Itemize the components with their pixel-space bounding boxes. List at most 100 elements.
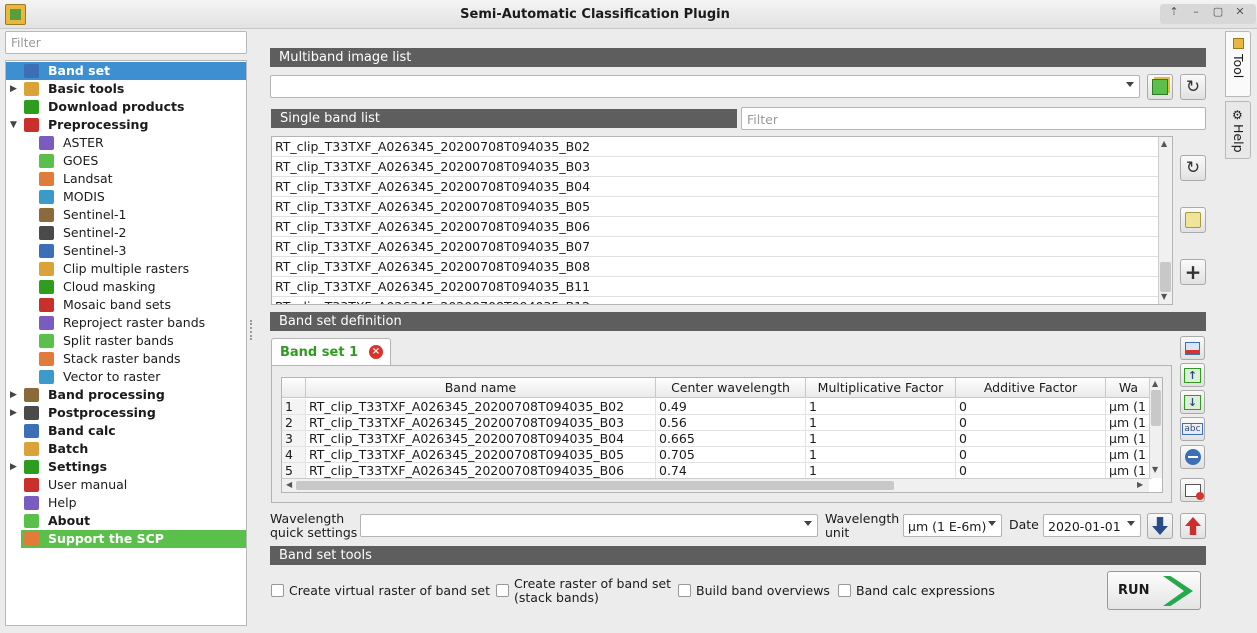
table-cell[interactable]: 0.665 xyxy=(656,431,806,447)
maximize-button[interactable]: ▢ xyxy=(1208,5,1228,23)
table-row[interactable]: 3 RT_clip_T33TXF_A026345_20200708T094035_… xyxy=(282,431,1152,447)
sidebar-item-sentinel-2[interactable]: Sentinel-2 xyxy=(6,224,246,242)
table-cell[interactable]: 1 xyxy=(806,399,956,415)
list-item[interactable]: RT_clip_T33TXF_A026345_20200708T094035_B… xyxy=(272,277,1158,297)
table-cell[interactable]: 0 xyxy=(956,447,1106,463)
sidebar-item-cloud-masking[interactable]: Cloud masking xyxy=(6,278,246,296)
sidebar-item-user-manual[interactable]: User manual xyxy=(6,476,246,494)
table-cell[interactable]: 4 xyxy=(282,447,306,463)
table-cell[interactable]: µm (1 xyxy=(1106,415,1152,431)
table-cell[interactable]: 0 xyxy=(956,399,1106,415)
side-tab-help[interactable]: ⚙ Help xyxy=(1225,101,1251,159)
splitter-handle[interactable] xyxy=(250,320,252,340)
table-cell[interactable]: 0.56 xyxy=(656,415,806,431)
single-band-scrollbar[interactable]: ▲ ▼ xyxy=(1158,137,1172,304)
sidebar-item-batch[interactable]: Batch xyxy=(6,440,246,458)
sidebar-item-sentinel-1[interactable]: Sentinel-1 xyxy=(6,206,246,224)
date-input[interactable]: 2020-01-01 xyxy=(1043,514,1141,537)
create-stack-raster-checkbox[interactable] xyxy=(496,584,509,597)
multiband-image-combo[interactable] xyxy=(270,75,1140,98)
sidebar-item-vector-to-raster[interactable]: Vector to raster xyxy=(6,368,246,386)
tab-band-set-1[interactable]: Band set 1 × xyxy=(271,338,391,366)
col-header-additive-factor[interactable]: Additive Factor xyxy=(956,378,1106,398)
sidebar-item-download-products[interactable]: Download products xyxy=(6,98,246,116)
single-band-filter-input[interactable]: Filter xyxy=(741,107,1206,130)
sidebar-item-sentinel-3[interactable]: Sentinel-3 xyxy=(6,242,246,260)
sidebar-item-help[interactable]: Help xyxy=(6,494,246,512)
add-band-set-button[interactable] xyxy=(1180,336,1205,360)
table-cell[interactable]: 0 xyxy=(956,431,1106,447)
table-row[interactable]: 1 RT_clip_T33TXF_A026345_20200708T094035_… xyxy=(282,399,1152,415)
remove-band-button[interactable] xyxy=(1180,445,1205,469)
close-tab-icon[interactable]: × xyxy=(369,345,383,359)
create-virtual-raster-checkbox[interactable] xyxy=(271,584,284,597)
list-item[interactable]: RT_clip_T33TXF_A026345_20200708T094035_B… xyxy=(272,217,1158,237)
table-cell[interactable]: 1 xyxy=(806,431,956,447)
export-band-set-button[interactable] xyxy=(1180,513,1206,539)
table-row[interactable]: 2 RT_clip_T33TXF_A026345_20200708T094035_… xyxy=(282,415,1152,431)
scroll-thumb[interactable] xyxy=(1160,262,1171,292)
table-cell[interactable]: µm (1 xyxy=(1106,447,1152,463)
table-cell[interactable]: µm (1 xyxy=(1106,463,1152,479)
sidebar-item-split-raster-bands[interactable]: Split raster bands xyxy=(6,332,246,350)
run-button[interactable]: RUN xyxy=(1107,571,1201,610)
sidebar-item-mosaic-band-sets[interactable]: Mosaic band sets xyxy=(6,296,246,314)
table-cell[interactable]: 1 xyxy=(282,399,306,415)
list-item[interactable]: RT_clip_T33TXF_A026345_20200708T094035_B… xyxy=(272,177,1158,197)
build-overviews-checkbox[interactable] xyxy=(678,584,691,597)
table-cell[interactable]: RT_clip_T33TXF_A026345_20200708T094035_B… xyxy=(306,415,656,431)
sidebar-item-band-calc[interactable]: Band calc xyxy=(6,422,246,440)
col-header-band-name[interactable]: Band name xyxy=(306,378,656,398)
sort-by-name-button[interactable]: abc xyxy=(1180,417,1205,441)
table-cell[interactable]: 1 xyxy=(806,447,956,463)
sidebar-item-band-processing[interactable]: ▶ Band processing xyxy=(6,386,246,404)
sidebar-item-landsat[interactable]: Landsat xyxy=(6,170,246,188)
refresh-multiband-button[interactable]: ↻ xyxy=(1180,74,1206,100)
list-item[interactable]: RT_clip_T33TXF_A026345_20200708T094035_B… xyxy=(272,137,1158,157)
move-up-button[interactable]: ↑ xyxy=(1180,363,1205,387)
table-cell[interactable]: RT_clip_T33TXF_A026345_20200708T094035_B… xyxy=(306,463,656,479)
table-cell[interactable]: RT_clip_T33TXF_A026345_20200708T094035_B… xyxy=(306,399,656,415)
sidebar-item-modis[interactable]: MODIS xyxy=(6,188,246,206)
table-hscrollbar[interactable]: ◀ ▶ xyxy=(282,478,1149,492)
float-button[interactable]: ⇡ xyxy=(1164,5,1184,23)
scroll-thumb[interactable] xyxy=(1151,390,1161,426)
table-cell[interactable]: 3 xyxy=(282,431,306,447)
band-set-table[interactable]: Band name Center wavelength Multiplicati… xyxy=(281,377,1163,493)
band-calc-expressions-checkbox[interactable] xyxy=(838,584,851,597)
add-multiband-button[interactable] xyxy=(1147,74,1173,100)
select-all-bands-button[interactable] xyxy=(1180,207,1206,233)
close-button[interactable]: ✕ xyxy=(1230,5,1250,23)
scroll-thumb[interactable] xyxy=(296,481,894,490)
table-vscrollbar[interactable]: ▲ ▼ xyxy=(1149,378,1162,478)
sidebar-item-preprocessing[interactable]: ▼ Preprocessing xyxy=(6,116,246,134)
table-cell[interactable]: µm (1 xyxy=(1106,399,1152,415)
sidebar-item-postprocessing[interactable]: ▶ Postprocessing xyxy=(6,404,246,422)
chevron-right-icon[interactable]: ▶ xyxy=(10,458,17,476)
sidebar-item-clip-multiple-rasters[interactable]: Clip multiple rasters xyxy=(6,260,246,278)
move-down-button[interactable]: ↓ xyxy=(1180,390,1205,414)
import-band-set-button[interactable] xyxy=(1147,513,1173,539)
sidebar-item-basic-tools[interactable]: ▶ Basic tools xyxy=(6,80,246,98)
col-header-center-wavelength[interactable]: Center wavelength xyxy=(656,378,806,398)
table-cell[interactable]: µm (1 xyxy=(1106,431,1152,447)
sidebar-filter-input[interactable]: Filter xyxy=(5,31,247,54)
add-band-button[interactable]: + xyxy=(1180,259,1206,285)
table-cell[interactable]: 2 xyxy=(282,415,306,431)
list-item[interactable]: RT_clip_T33TXF_A026345_20200708T094035_B… xyxy=(272,157,1158,177)
table-cell[interactable]: 5 xyxy=(282,463,306,479)
chevron-right-icon[interactable]: ▶ xyxy=(10,386,17,404)
sidebar-item-about[interactable]: About xyxy=(6,512,246,530)
sidebar-item-reproject-raster-bands[interactable]: Reproject raster bands xyxy=(6,314,246,332)
sidebar-item-stack-raster-bands[interactable]: Stack raster bands xyxy=(6,350,246,368)
list-item[interactable]: RT_clip_T33TXF_A026345_20200708T094035_B… xyxy=(272,297,1158,304)
side-tab-tool[interactable]: Tool xyxy=(1225,31,1251,97)
refresh-band-list-button[interactable]: ↻ xyxy=(1180,155,1206,181)
wavelength-unit-combo[interactable]: µm (1 E-6m) xyxy=(903,514,1002,537)
list-item[interactable]: RT_clip_T33TXF_A026345_20200708T094035_B… xyxy=(272,257,1158,277)
col-header-multiplicative-factor[interactable]: Multiplicative Factor xyxy=(806,378,956,398)
minimize-button[interactable]: – xyxy=(1186,5,1206,23)
list-item[interactable]: RT_clip_T33TXF_A026345_20200708T094035_B… xyxy=(272,197,1158,217)
chevron-right-icon[interactable]: ▶ xyxy=(10,404,17,422)
table-row[interactable]: 4 RT_clip_T33TXF_A026345_20200708T094035_… xyxy=(282,447,1152,463)
